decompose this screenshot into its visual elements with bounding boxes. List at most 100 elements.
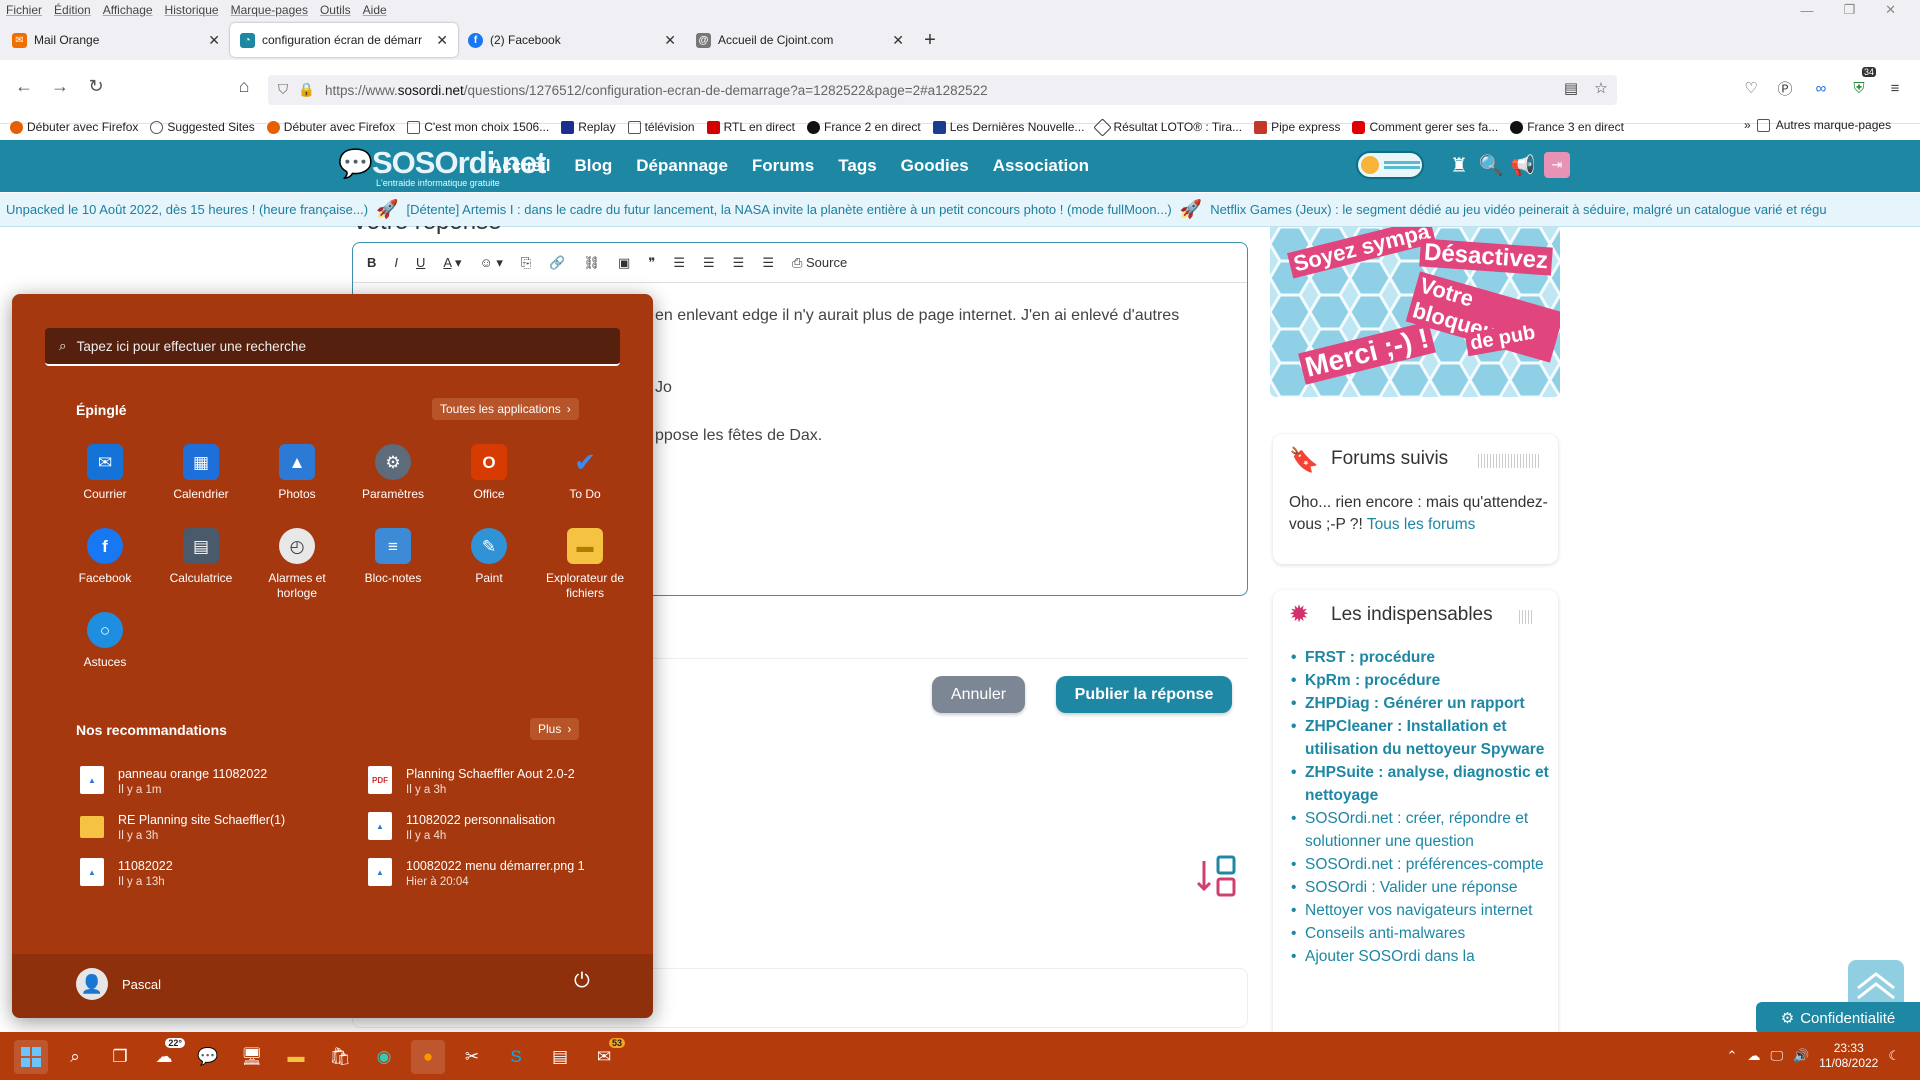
app-courrier[interactable]: ✉ Courrier [57,444,153,502]
chevron-up-icon[interactable]: ⌃ [1727,1048,1738,1064]
calculator-icon[interactable]: ▤ [543,1040,577,1074]
tab-sosordi[interactable]: ◔ configuration écran de démarr ✕ [230,23,458,57]
bookmark-item[interactable]: Débuter avec Firefox [10,120,138,134]
more-button[interactable]: Plus › [530,718,580,740]
close-tab-icon[interactable]: ✕ [892,32,904,49]
link-icon[interactable]: 🔗 [549,255,565,271]
essentials-link[interactable]: FRST : procédure [1289,646,1551,669]
essentials-link[interactable]: ZHPCleaner : Installation et utilisation… [1289,715,1551,761]
nav-blog[interactable]: Blog [574,156,612,176]
edge-icon[interactable]: ◉ [367,1040,401,1074]
home-icon[interactable]: ⌂ [230,72,258,100]
app-todo[interactable]: ✔ To Do [537,444,633,502]
close-tab-icon[interactable]: ✕ [208,32,220,49]
shield-icon[interactable]: ⛉ [278,82,288,98]
menu-marque-pages[interactable]: Marque-pages [231,3,308,17]
bookmark-star-icon[interactable]: ☆ [1588,75,1614,101]
network-icon[interactable]: 🖵 [1770,1048,1783,1064]
essentials-link[interactable]: KpRm : procédure [1289,669,1551,692]
app-calculatrice[interactable]: ▤ Calculatrice [153,528,249,586]
bookmark-item[interactable]: France 2 en direct [806,120,921,134]
teams-chat-icon[interactable]: 💬 [191,1040,225,1074]
recommendation-item[interactable]: RE Planning site Schaeffler(1) Il y a 3h [80,812,330,844]
recommendation-item[interactable]: ▲ 10082022 menu démarrer.png 1 Hier à 20:… [368,858,618,890]
justify-icon[interactable]: ☰ [762,255,774,271]
menu-edition[interactable]: Édition [54,3,91,17]
essentials-link[interactable]: ZHPDiag : Générer un rapport [1289,692,1551,715]
menu-fichier[interactable]: Fichier [6,3,42,17]
emoji-button[interactable]: ☺ ▾ [480,255,503,271]
url-bar[interactable]: ⛉ 🔒 https://www.sosordi.net/questions/12… [268,75,1617,105]
tab-cjoint[interactable]: @ Accueil de Cjoint.com ✕ [686,23,914,57]
source-button[interactable]: ⎙ Source [792,255,847,271]
nav-accueil[interactable]: Accueil [490,156,550,176]
essentials-link[interactable]: SOSOrdi.net : préférences-compte [1289,853,1551,876]
align-left-icon[interactable]: ☰ [673,255,685,271]
app-alarmes[interactable]: ◴ Alarmes et horloge [249,528,345,601]
weather-widget-icon[interactable]: ☁ 22° [147,1038,185,1074]
close-window-icon[interactable]: ✕ [1885,2,1896,18]
ticker-item[interactable]: [Détente] Artemis I : dans le cadre du f… [407,202,1172,217]
essentials-link[interactable]: Ajouter SOSOrdi dans la [1289,945,1551,968]
essentials-link[interactable]: SOSOrdi : Valider une réponse [1289,876,1551,899]
firefox-icon[interactable]: ● [411,1040,445,1074]
profile-p-icon[interactable]: Ⓟ [1772,75,1798,101]
app-explorateur[interactable]: ▬ Explorateur de fichiers [537,528,633,601]
start-search-input[interactable]: ⌕ Tapez ici pour effectuer une recherche [45,328,620,366]
essentials-link[interactable]: Nettoyer vos navigateurs internet [1289,899,1551,922]
recommendation-item[interactable]: ▲ 11082022 personnalisation Il y a 4h [368,812,618,844]
menu-historique[interactable]: Historique [165,3,219,17]
lighthouse-icon[interactable]: ♜ [1446,152,1472,178]
tab-mail-orange[interactable]: ✉ Mail Orange ✕ [2,23,230,57]
skype-icon[interactable]: S [499,1040,533,1074]
underline-button[interactable]: U [416,255,425,270]
ticker-item[interactable]: Unpacked le 10 Août 2022, dès 15 heures … [6,202,368,217]
bookmark-item[interactable]: RTL en direct [706,120,795,134]
app-bloc-notes[interactable]: ≡ Bloc-notes [345,528,441,586]
ticker-item[interactable]: Netflix Games (Jeux) : le segment dédié … [1210,202,1826,217]
app-calendrier[interactable]: ▦ Calendrier [153,444,249,502]
bookmark-item[interactable]: Replay [561,120,616,134]
search-icon[interactable]: ⌕ [58,1040,92,1074]
bookmark-item[interactable]: France 3 en direct [1510,120,1624,134]
task-view-icon[interactable]: ❐ [103,1040,137,1074]
recommendation-item[interactable]: ▲ 11082022 Il y a 13h [80,858,330,890]
essentials-link[interactable]: Conseils anti-malwares [1289,922,1551,945]
bookmark-item[interactable]: Suggested Sites [150,120,255,134]
megaphone-icon[interactable]: 📢 [1510,152,1536,178]
cancel-button[interactable]: Annuler [932,676,1025,713]
snipping-tool-icon[interactable]: ✂ [455,1040,489,1074]
close-tab-icon[interactable]: ✕ [664,32,676,49]
essentials-link[interactable]: SOSOrdi.net : créer, répondre et solutio… [1289,807,1551,853]
all-forums-link[interactable]: Tous les forums [1367,516,1476,533]
app-office[interactable]: O Office [441,444,537,502]
search-icon[interactable]: 🔍 [1478,152,1504,178]
sort-order-icon[interactable] [1196,855,1240,899]
all-apps-button[interactable]: Toutes les applications › [432,398,579,420]
align-center-icon[interactable]: ☰ [703,255,715,271]
unlink-icon[interactable]: ⛓ [584,255,601,271]
store-icon[interactable]: 🛍 [323,1040,357,1074]
bookmark-item[interactable]: Les Dernières Nouvelle... [932,120,1084,134]
app-parametres[interactable]: ⚙ Paramètres [345,444,441,502]
bookmark-folder[interactable]: télévision [627,120,695,134]
file-explorer-icon[interactable]: ▬ [279,1040,313,1074]
nav-goodies[interactable]: Goodies [901,156,969,176]
power-icon[interactable]: ⏻ [574,970,590,993]
user-name[interactable]: Pascal [122,977,161,992]
nav-forums[interactable]: Forums [752,156,814,176]
volume-icon[interactable]: 🔊 [1793,1048,1809,1064]
recommendation-item[interactable]: PDF Planning Schaeffler Aout 2.0-2 Il y a… [368,766,618,798]
recommendation-item[interactable]: ▲ panneau orange 11082022 Il y a 1m [80,766,330,798]
paste-text-icon[interactable]: ⎘ [521,255,531,271]
user-avatar-icon[interactable]: 👤 [76,968,108,1000]
extension-infinity-icon[interactable]: ∞ [1808,75,1834,101]
reader-view-icon[interactable]: ▤ [1558,75,1584,101]
app-facebook[interactable]: f Facebook [57,528,153,586]
extension-shield-icon[interactable]: ⛨ 34 [1846,67,1876,101]
clock[interactable]: 23:33 11/08/2022 [1819,1041,1878,1071]
nav-depannage[interactable]: Dépannage [636,156,728,176]
close-tab-icon[interactable]: ✕ [436,32,448,49]
mail-icon[interactable]: ✉ 53 [587,1038,625,1074]
menu-outils[interactable]: Outils [320,3,351,17]
